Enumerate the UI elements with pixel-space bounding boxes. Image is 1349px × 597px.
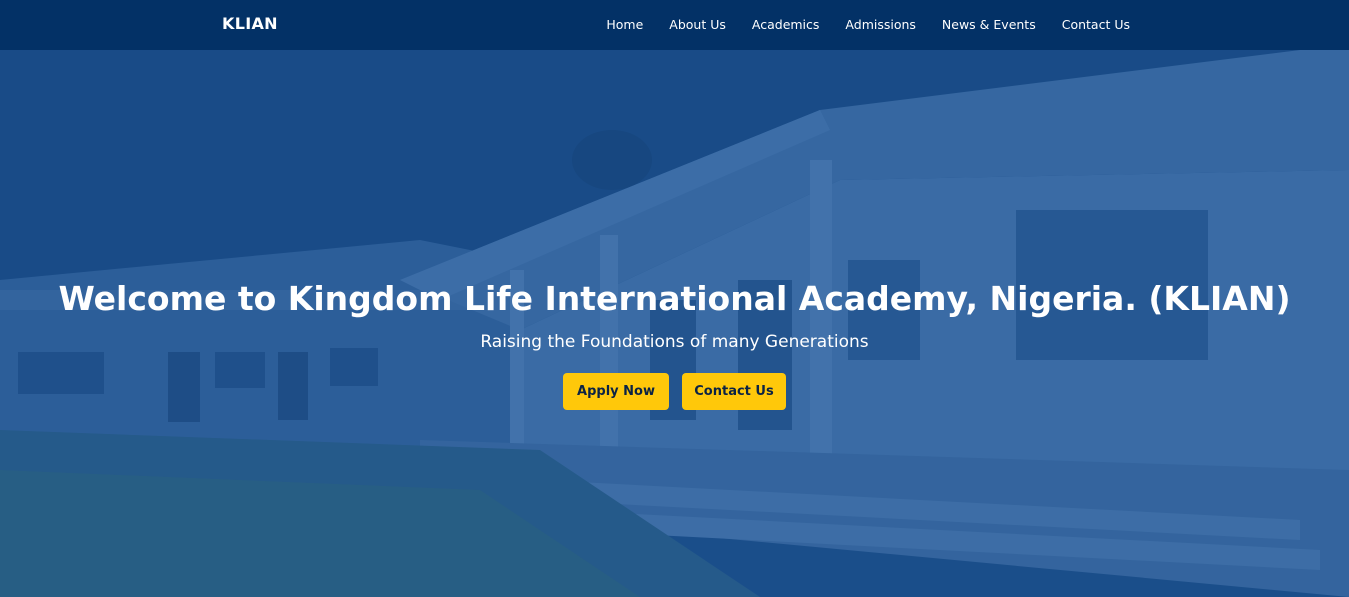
nav-link-about-us[interactable]: About Us bbox=[669, 17, 726, 32]
nav-link-admissions[interactable]: Admissions bbox=[845, 17, 916, 32]
hero-subtitle: Raising the Foundations of many Generati… bbox=[480, 332, 869, 352]
top-navbar: KLIAN Home About Us Academics Admissions… bbox=[0, 0, 1349, 50]
nav-link-contact-us[interactable]: Contact Us bbox=[1062, 17, 1130, 32]
hero-title: Welcome to Kingdom Life International Ac… bbox=[58, 279, 1291, 318]
hero-section: Welcome to Kingdom Life International Ac… bbox=[0, 50, 1349, 597]
nav-link-home[interactable]: Home bbox=[606, 17, 643, 32]
nav-links: Home About Us Academics Admissions News … bbox=[580, 17, 1130, 32]
apply-now-button[interactable]: Apply Now bbox=[563, 373, 669, 410]
hero-buttons: Apply Now Contact Us bbox=[0, 373, 1349, 410]
nav-link-news-events[interactable]: News & Events bbox=[942, 17, 1036, 32]
nav-link-academics[interactable]: Academics bbox=[752, 17, 820, 32]
hero-content: Welcome to Kingdom Life International Ac… bbox=[0, 277, 1349, 410]
brand-logo-link[interactable]: KLIAN bbox=[222, 14, 278, 33]
contact-us-button[interactable]: Contact Us bbox=[682, 373, 786, 410]
